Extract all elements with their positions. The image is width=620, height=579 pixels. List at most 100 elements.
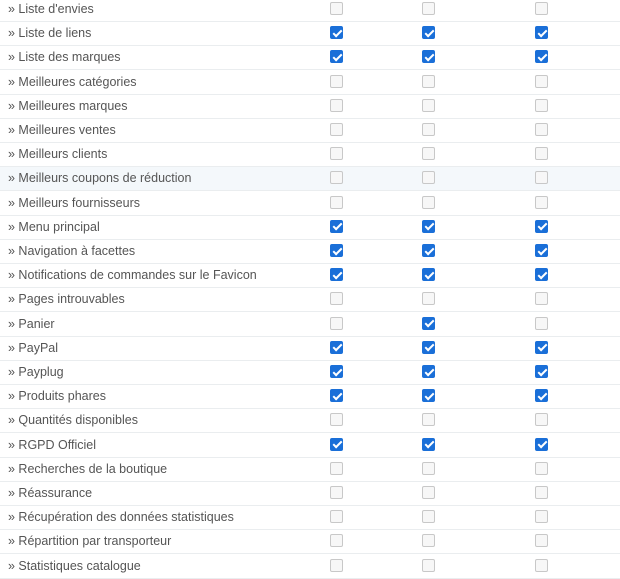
module-name-label: » Quantités disponibles (8, 413, 138, 428)
module-name-label: » Liste des marques (8, 50, 121, 65)
table-row: » Meilleures catégories (0, 71, 620, 95)
table-row: » Quantités disponibles (0, 409, 620, 434)
module-name-label: » Liste d'envies (8, 2, 94, 16)
permission-checkbox[interactable] (535, 389, 548, 403)
permission-checkbox[interactable] (330, 26, 343, 40)
permission-checkbox[interactable] (535, 510, 548, 524)
table-row: » Meilleurs fournisseurs (0, 192, 620, 216)
module-name-label: » Navigation à facettes (8, 244, 136, 258)
table-row: » Meilleures marques (0, 95, 620, 119)
permission-checkbox[interactable] (535, 558, 548, 572)
table-row: » Répartition par transporteur (0, 530, 620, 555)
module-name-label: » Meilleures ventes (8, 123, 116, 137)
permission-checkbox[interactable] (330, 147, 343, 161)
permission-checkbox[interactable] (330, 195, 343, 209)
permission-checkbox[interactable] (422, 292, 435, 306)
permission-checkbox[interactable] (422, 244, 435, 257)
permission-checkbox[interactable] (330, 461, 343, 475)
permission-checkbox[interactable] (422, 316, 435, 330)
permission-checkbox[interactable] (330, 558, 343, 572)
permission-checkbox[interactable] (535, 292, 548, 306)
permission-checkbox[interactable] (330, 123, 343, 136)
permission-checkbox[interactable] (422, 195, 435, 209)
permission-checkbox[interactable] (535, 437, 548, 451)
module-name-label: » Produits phares (8, 389, 106, 404)
permission-checkbox[interactable] (422, 486, 435, 499)
permission-checkbox[interactable] (422, 171, 435, 185)
permission-checkbox[interactable] (330, 534, 343, 548)
permission-checkbox[interactable] (535, 195, 548, 209)
permission-checkbox[interactable] (330, 244, 343, 257)
permission-checkbox[interactable] (330, 50, 343, 64)
permission-checkbox[interactable] (422, 98, 435, 112)
table-row: » Pages introuvables (0, 288, 620, 313)
table-row: » Produits phares (0, 385, 620, 410)
permission-checkbox[interactable] (330, 486, 343, 499)
table-row: » Réassurance (0, 482, 620, 506)
permission-checkbox[interactable] (422, 534, 435, 548)
permission-checkbox[interactable] (535, 486, 548, 499)
permission-checkbox[interactable] (422, 437, 435, 451)
permission-checkbox[interactable] (535, 123, 548, 136)
permission-checkbox[interactable] (330, 389, 343, 403)
module-name-label: » Panier (8, 316, 55, 331)
permission-checkbox[interactable] (535, 268, 548, 282)
permission-checkbox[interactable] (535, 26, 548, 40)
permission-checkbox[interactable] (535, 365, 548, 378)
permission-checkbox[interactable] (535, 244, 548, 257)
permission-checkbox[interactable] (422, 268, 435, 282)
permission-checkbox[interactable] (330, 316, 343, 330)
permission-checkbox[interactable] (330, 510, 343, 524)
permission-checkbox[interactable] (535, 50, 548, 64)
table-row: » PayPal (0, 337, 620, 361)
permission-checkbox[interactable] (535, 74, 548, 88)
table-row: » Menu principal (0, 216, 620, 240)
module-permissions-table: » Liste d'envies » Liste de liens » Liste … (0, 0, 620, 579)
table-row: » Navigation à facettes (0, 240, 620, 264)
permission-checkbox[interactable] (422, 365, 435, 378)
permission-checkbox[interactable] (330, 340, 343, 354)
permission-checkbox[interactable] (330, 437, 343, 451)
permission-checkbox[interactable] (422, 510, 435, 524)
permission-checkbox[interactable] (422, 340, 435, 354)
module-name-label: » PayPal (8, 340, 59, 355)
permission-checkbox[interactable] (422, 558, 435, 572)
permission-checkbox[interactable] (535, 2, 548, 15)
permission-checkbox[interactable] (535, 147, 548, 161)
permission-checkbox[interactable] (330, 2, 343, 15)
table-row: » Payplug (0, 361, 620, 385)
permission-checkbox[interactable] (422, 219, 435, 233)
permission-checkbox[interactable] (535, 171, 548, 185)
permission-checkbox[interactable] (535, 98, 548, 112)
table-row: » Liste de liens (0, 22, 620, 47)
table-row: » Meilleures ventes (0, 119, 620, 143)
permission-checkbox[interactable] (535, 461, 548, 475)
permission-checkbox[interactable] (535, 219, 548, 233)
module-name-label: » Notifications de commandes sur le Favi… (8, 268, 257, 283)
permission-checkbox[interactable] (330, 365, 343, 378)
permission-checkbox[interactable] (535, 413, 548, 427)
permission-checkbox[interactable] (330, 219, 343, 233)
permission-checkbox[interactable] (330, 268, 343, 282)
permission-checkbox[interactable] (422, 389, 435, 403)
module-name-label: » Récupération des données statistiques (8, 510, 234, 525)
permission-checkbox[interactable] (422, 123, 435, 136)
permission-checkbox[interactable] (422, 147, 435, 161)
permission-checkbox[interactable] (422, 26, 435, 40)
permission-checkbox[interactable] (535, 340, 548, 354)
permission-checkbox[interactable] (330, 292, 343, 306)
permission-checkbox[interactable] (330, 413, 343, 427)
permission-checkbox[interactable] (422, 74, 435, 88)
permission-checkbox[interactable] (422, 2, 435, 15)
module-name-label: » RGPD Officiel (8, 437, 96, 452)
permission-checkbox[interactable] (535, 316, 548, 330)
module-name-label: » Pages introuvables (8, 292, 125, 307)
module-name-label: » Meilleurs clients (8, 147, 108, 162)
permission-checkbox[interactable] (330, 98, 343, 112)
permission-checkbox[interactable] (422, 50, 435, 64)
permission-checkbox[interactable] (535, 534, 548, 548)
permission-checkbox[interactable] (330, 74, 343, 88)
permission-checkbox[interactable] (422, 413, 435, 427)
permission-checkbox[interactable] (422, 461, 435, 475)
permission-checkbox[interactable] (330, 171, 343, 185)
